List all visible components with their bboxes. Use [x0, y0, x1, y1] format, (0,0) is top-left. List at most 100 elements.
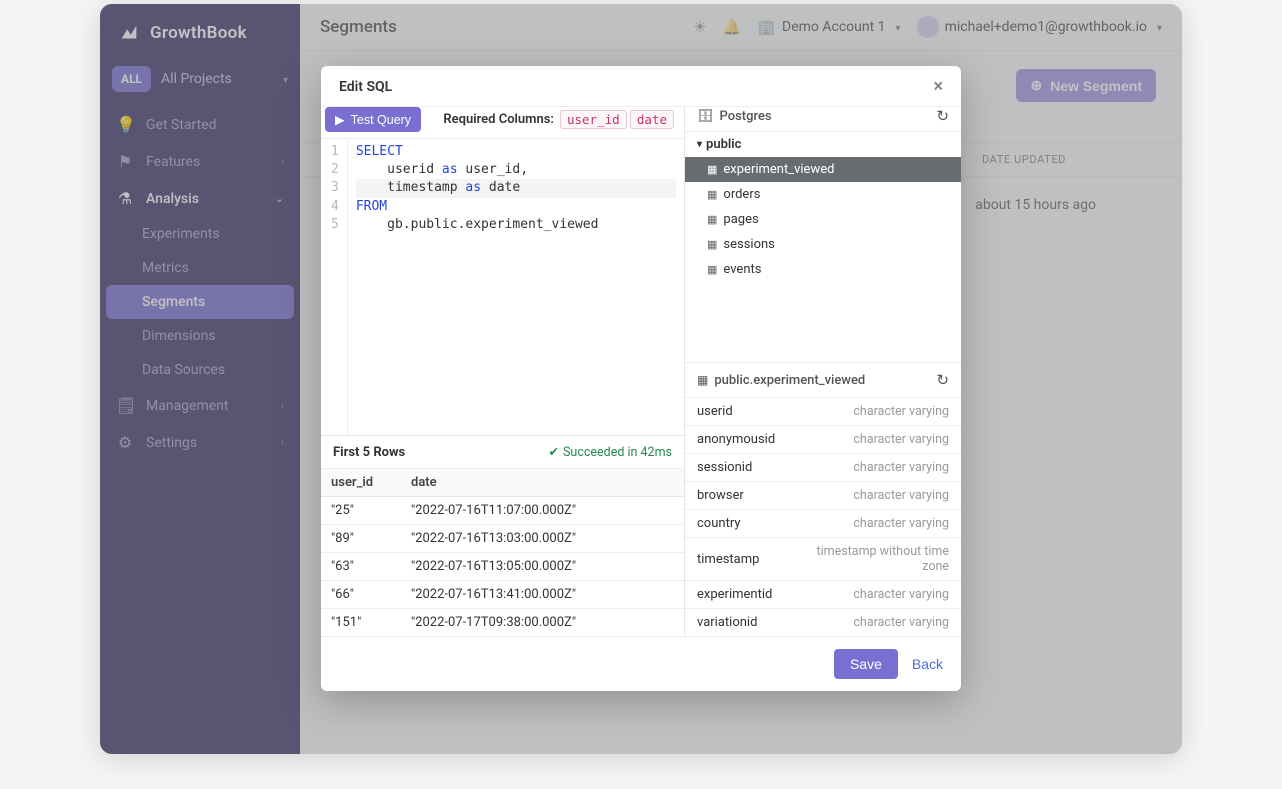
- schema-table-orders[interactable]: ▦ orders: [685, 182, 961, 207]
- required-col-pill: date: [630, 110, 674, 129]
- results-cell: "2022-07-16T13:41:00.000Z": [401, 581, 684, 609]
- results-header: First 5 Rows ✔ Succeeded in 42ms: [321, 435, 684, 468]
- column-type: character varying: [787, 609, 961, 637]
- column-type: character varying: [787, 398, 961, 426]
- column-type: character varying: [787, 581, 961, 609]
- schema-group-label: public: [706, 137, 741, 152]
- schema-detail-header: ▦ public.experiment_viewed ↻: [685, 362, 961, 397]
- table-row: "63""2022-07-16T13:05:00.000Z": [321, 553, 684, 581]
- code-line[interactable]: timestamp as date: [356, 179, 676, 197]
- code-lines[interactable]: SELECT userid as user_id, timestamp as d…: [348, 139, 684, 435]
- modal-header: Edit SQL ×: [321, 66, 961, 106]
- table-icon: ▦: [707, 263, 717, 276]
- schema-table-sessions[interactable]: ▦ sessions: [685, 232, 961, 257]
- column-row: experimentidcharacter varying: [685, 581, 961, 609]
- table-icon: ▦: [707, 163, 717, 176]
- app-frame: GrowthBook ALL All Projects 💡Get Started…: [100, 4, 1182, 754]
- test-query-label: Test Query: [351, 113, 411, 127]
- table-row: "66""2022-07-16T13:41:00.000Z": [321, 581, 684, 609]
- column-row: useridcharacter varying: [685, 398, 961, 426]
- query-status: ✔ Succeeded in 42ms: [549, 444, 672, 460]
- column-name: country: [685, 510, 787, 538]
- schema-table-label: experiment_viewed: [723, 162, 834, 177]
- code-line[interactable]: userid as user_id,: [356, 161, 676, 179]
- results-col-header: user_id: [321, 469, 401, 497]
- table-icon: ▦: [707, 238, 717, 251]
- results-cell: "151": [321, 609, 401, 637]
- close-icon[interactable]: ×: [933, 78, 943, 96]
- play-icon: ▶: [335, 112, 345, 127]
- column-row: browsercharacter varying: [685, 482, 961, 510]
- results-cell: "2022-07-16T11:07:00.000Z": [401, 497, 684, 525]
- table-icon: ▦: [707, 213, 717, 226]
- schema-table-label: orders: [723, 187, 760, 202]
- schema-table-pages[interactable]: ▦ pages: [685, 207, 961, 232]
- column-name: browser: [685, 482, 787, 510]
- datasource-label: 🗄 Postgres: [697, 109, 772, 124]
- column-name: sessionid: [685, 454, 787, 482]
- schema-table-events[interactable]: ▦ events: [685, 257, 961, 282]
- modal-title: Edit SQL: [339, 79, 392, 95]
- table-icon: ▦: [697, 373, 708, 387]
- modal-footer: Save Back: [321, 636, 961, 691]
- schema-pane: 🗄 Postgres ↻ ▾ public ▦ experiment_viewed…: [685, 107, 961, 636]
- results-cell: "2022-07-17T09:38:00.000Z": [401, 609, 684, 637]
- schema-header: 🗄 Postgres ↻: [685, 107, 961, 131]
- column-row: anonymousidcharacter varying: [685, 426, 961, 454]
- schema-table-label: sessions: [723, 237, 775, 252]
- editor-pane: ▶ Test Query Required Columns: user_id d…: [321, 107, 685, 636]
- schema-group-public[interactable]: ▾ public: [685, 132, 961, 157]
- line-gutter: 12345: [321, 139, 348, 435]
- required-columns-label: Required Columns:: [443, 112, 554, 127]
- results-cell: "63": [321, 553, 401, 581]
- column-name: userid: [685, 398, 787, 426]
- table-row: "25""2022-07-16T11:07:00.000Z": [321, 497, 684, 525]
- check-icon: ✔: [549, 444, 559, 460]
- column-name: experimentid: [685, 581, 787, 609]
- chevron-down-icon: ▾: [697, 139, 702, 150]
- column-row: variationidcharacter varying: [685, 609, 961, 637]
- schema-tree: ▾ public ▦ experiment_viewed ▦ orders ▦ pages…: [685, 131, 961, 282]
- results-cell: "25": [321, 497, 401, 525]
- sql-editor[interactable]: 12345 SELECT userid as user_id, timestam…: [321, 138, 684, 435]
- column-type: character varying: [787, 510, 961, 538]
- required-columns: Required Columns: user_id date: [443, 112, 674, 128]
- save-button[interactable]: Save: [834, 649, 898, 679]
- results-col-header: date: [401, 469, 684, 497]
- table-icon: ▦: [707, 188, 717, 201]
- column-row: sessionidcharacter varying: [685, 454, 961, 482]
- column-name: variationid: [685, 609, 787, 637]
- schema-detail-title: public.experiment_viewed: [714, 373, 865, 388]
- column-type: character varying: [787, 454, 961, 482]
- editor-toolbar: ▶ Test Query Required Columns: user_id d…: [321, 107, 684, 138]
- columns-table: useridcharacter varyinganonymousidcharac…: [685, 397, 961, 636]
- results-cell: "2022-07-16T13:05:00.000Z": [401, 553, 684, 581]
- results-cell: "66": [321, 581, 401, 609]
- code-line[interactable]: SELECT: [356, 143, 676, 161]
- results-cell: "2022-07-16T13:03:00.000Z": [401, 525, 684, 553]
- table-row: "89""2022-07-16T13:03:00.000Z": [321, 525, 684, 553]
- required-col-pill: user_id: [560, 110, 627, 129]
- modal-overlay: Edit SQL × ▶ Test Query Required Columns…: [100, 4, 1182, 754]
- schema-table-experiment_viewed[interactable]: ▦ experiment_viewed: [685, 157, 961, 182]
- database-icon: 🗄: [697, 109, 714, 124]
- code-line[interactable]: FROM: [356, 198, 676, 216]
- refresh-icon[interactable]: ↻: [936, 107, 949, 125]
- refresh-icon[interactable]: ↻: [936, 371, 949, 389]
- column-type: timestamp without time zone: [787, 538, 961, 581]
- column-type: character varying: [787, 426, 961, 454]
- column-row: countrycharacter varying: [685, 510, 961, 538]
- edit-sql-modal: Edit SQL × ▶ Test Query Required Columns…: [321, 66, 961, 691]
- results-cell: "89": [321, 525, 401, 553]
- datasource-name: Postgres: [720, 109, 772, 124]
- query-status-text: Succeeded in 42ms: [563, 445, 672, 460]
- schema-table-label: pages: [723, 212, 758, 227]
- schema-table-label: events: [723, 262, 761, 277]
- code-line[interactable]: gb.public.experiment_viewed: [356, 216, 676, 234]
- test-query-button[interactable]: ▶ Test Query: [325, 107, 421, 132]
- column-row: timestamptimestamp without time zone: [685, 538, 961, 581]
- column-name: anonymousid: [685, 426, 787, 454]
- column-name: timestamp: [685, 538, 787, 581]
- results-table: user_iddate "25""2022-07-16T11:07:00.000…: [321, 468, 684, 636]
- back-button[interactable]: Back: [912, 656, 943, 672]
